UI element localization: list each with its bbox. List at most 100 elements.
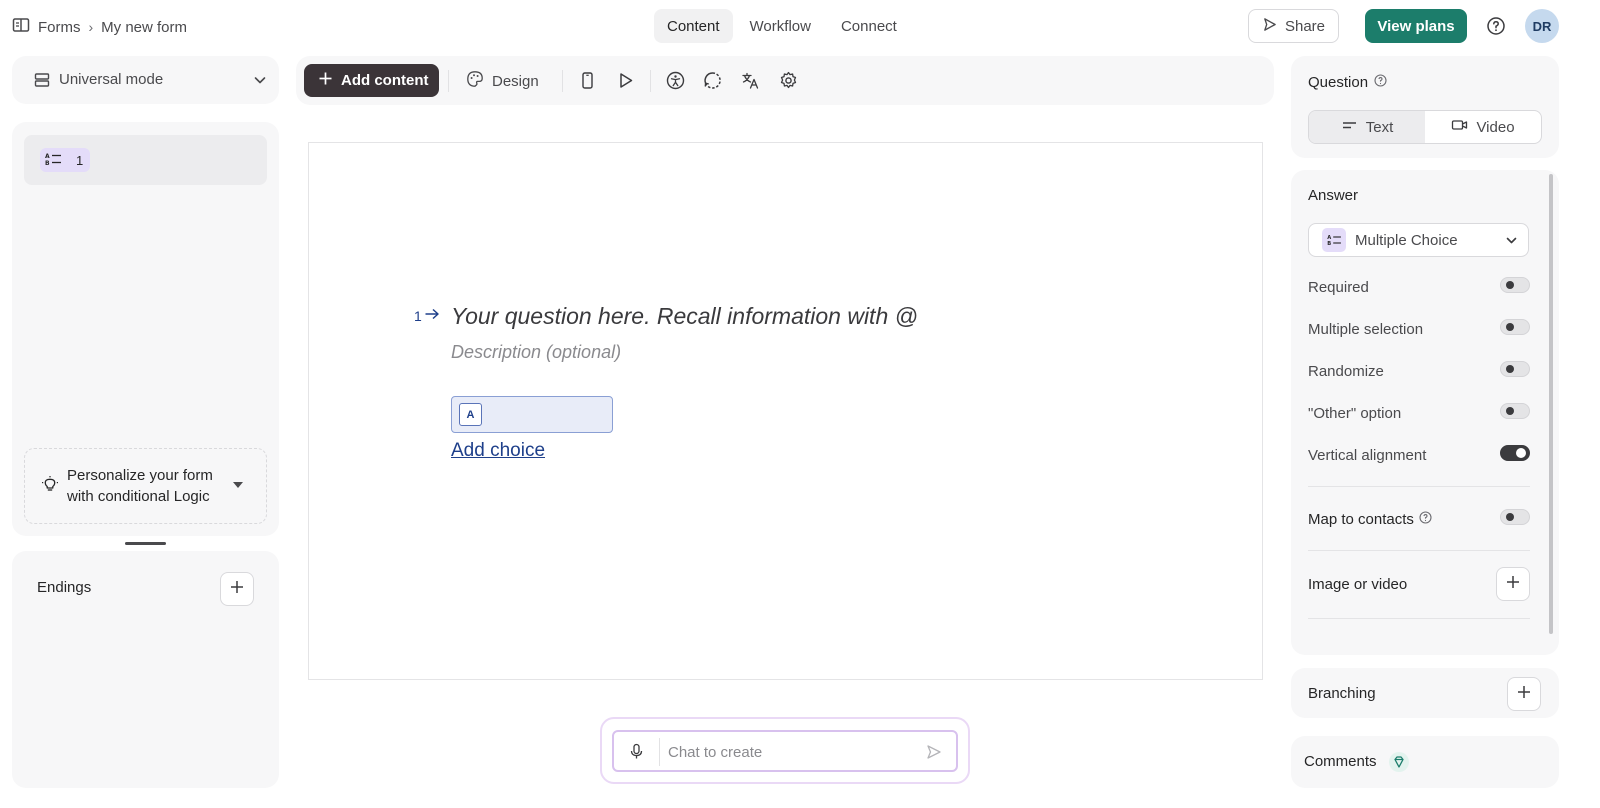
svg-text:B: B — [1327, 241, 1331, 246]
vertical-alignment-label: Vertical alignment — [1308, 447, 1427, 464]
map-to-contacts-toggle[interactable] — [1500, 509, 1530, 525]
add-content-label: Add content — [341, 72, 429, 89]
add-image-video-button[interactable] — [1496, 567, 1530, 601]
loading-icon[interactable] — [703, 71, 722, 90]
share-label: Share — [1284, 17, 1326, 35]
top-bar: Forms › My new form Content Workflow Con… — [0, 0, 1600, 52]
question-type-badge: AB 1 — [40, 148, 90, 172]
caret-down-icon[interactable] — [233, 482, 243, 488]
view-plans-button[interactable]: View plans — [1365, 9, 1467, 43]
breadcrumb-form-name[interactable]: My new form — [101, 19, 187, 36]
required-toggle[interactable] — [1500, 277, 1530, 293]
choice-option[interactable]: A — [451, 396, 613, 433]
question-title-input[interactable]: Your question here. Recall information w… — [451, 303, 918, 330]
tab-content[interactable]: Content — [654, 9, 733, 43]
add-content-button[interactable]: Add content — [304, 64, 439, 97]
section-divider — [1308, 486, 1530, 487]
section-divider — [1308, 550, 1530, 551]
multiple-choice-icon: AB — [1322, 228, 1346, 252]
vertical-alignment-toggle[interactable] — [1500, 445, 1530, 461]
info-icon[interactable] — [1374, 74, 1387, 91]
chat-divider — [659, 738, 660, 766]
help-icon[interactable] — [1486, 16, 1506, 36]
question-type-toggle: Text Video — [1308, 110, 1542, 144]
comments-label: Comments — [1304, 753, 1377, 770]
endings-section: Endings — [12, 551, 279, 788]
add-ending-button[interactable] — [220, 572, 254, 606]
share-button[interactable]: Share — [1248, 9, 1339, 43]
accessibility-icon[interactable] — [666, 71, 685, 90]
logic-prompt-text: Personalize your form with conditional L… — [67, 467, 213, 505]
question-list-item[interactable]: AB 1 — [24, 135, 267, 185]
video-type-button[interactable]: Video — [1425, 111, 1541, 143]
other-option: "Other" option — [1308, 402, 1530, 426]
breadcrumb: Forms › My new form — [12, 16, 187, 38]
branching-section: Branching — [1291, 668, 1559, 718]
svg-text:B: B — [45, 160, 50, 166]
play-icon[interactable] — [616, 71, 635, 90]
comments-section: Comments — [1291, 736, 1559, 788]
add-choice-link[interactable]: Add choice — [451, 440, 545, 462]
send-icon[interactable] — [926, 744, 942, 760]
text-type-button[interactable]: Text — [1309, 111, 1425, 143]
text-lines-icon — [1341, 118, 1358, 136]
mode-label: Universal mode — [59, 71, 164, 88]
randomize-toggle[interactable] — [1500, 361, 1530, 377]
randomize-option: Randomize — [1308, 360, 1530, 384]
multiple-selection-toggle[interactable] — [1500, 319, 1530, 335]
chat-input[interactable] — [668, 739, 918, 765]
tab-workflow[interactable]: Workflow — [737, 9, 824, 43]
main-tabs: Content Workflow Connect — [654, 9, 910, 43]
other-option-toggle[interactable] — [1500, 403, 1530, 419]
video-camera-icon — [1451, 118, 1468, 136]
breadcrumb-forms-link[interactable]: Forms — [38, 19, 81, 36]
video-type-label: Video — [1476, 118, 1515, 136]
toolbar-divider — [448, 70, 449, 92]
mode-selector[interactable]: Universal mode — [12, 56, 279, 104]
layout-icon — [34, 72, 50, 88]
question-number-indicator: 1 — [414, 307, 440, 324]
text-type-label: Text — [1365, 118, 1394, 136]
chat-composer — [600, 717, 970, 784]
microphone-icon[interactable] — [628, 743, 645, 760]
arrow-right-icon — [424, 307, 440, 324]
branching-label: Branching — [1308, 685, 1376, 702]
chevron-down-icon — [253, 73, 267, 87]
translate-icon[interactable] — [741, 71, 760, 90]
question-description-input[interactable]: Description (optional) — [451, 342, 621, 363]
lightbulb-icon — [41, 475, 59, 493]
question-section-title: Question — [1308, 74, 1387, 91]
canvas-question-number: 1 — [414, 307, 422, 324]
settings-icon[interactable] — [779, 71, 798, 90]
question-settings-section: Question Text Video — [1291, 56, 1559, 158]
right-panel-scrollbar[interactable] — [1549, 174, 1553, 634]
answer-section-title: Answer — [1308, 187, 1358, 204]
required-label: Required — [1308, 279, 1369, 296]
chat-input-box — [612, 730, 958, 772]
required-option: Required — [1308, 276, 1530, 300]
diamond-icon[interactable] — [1388, 751, 1410, 773]
multiple-selection-label: Multiple selection — [1308, 321, 1424, 338]
answer-title-label: Answer — [1308, 187, 1359, 204]
avatar[interactable]: DR — [1525, 9, 1559, 43]
toolbar-divider — [650, 70, 651, 92]
plus-icon — [229, 579, 245, 599]
chevron-down-icon — [1505, 234, 1518, 247]
add-branching-button[interactable] — [1507, 677, 1541, 711]
answer-type-select[interactable]: AB Multiple Choice — [1308, 223, 1529, 257]
image-video-label: Image or video — [1308, 576, 1408, 593]
toolbar-divider — [562, 70, 563, 92]
tab-connect[interactable]: Connect — [828, 9, 910, 43]
map-to-contacts-option: Map to contacts — [1308, 508, 1530, 532]
vertical-alignment-option: Vertical alignment — [1308, 444, 1530, 468]
info-icon[interactable] — [1419, 511, 1432, 528]
svg-text:A: A — [45, 153, 50, 160]
mobile-preview-icon[interactable] — [578, 71, 597, 90]
answer-type-label: Multiple Choice — [1355, 232, 1458, 249]
conditional-logic-card[interactable]: Personalize your form with conditional L… — [24, 448, 267, 524]
plus-icon — [1505, 574, 1521, 594]
editor-toolbar: Add content Design — [296, 56, 1274, 105]
panel-resize-handle[interactable] — [125, 542, 166, 545]
design-button[interactable]: Design — [466, 70, 539, 92]
forms-icon — [12, 16, 30, 38]
